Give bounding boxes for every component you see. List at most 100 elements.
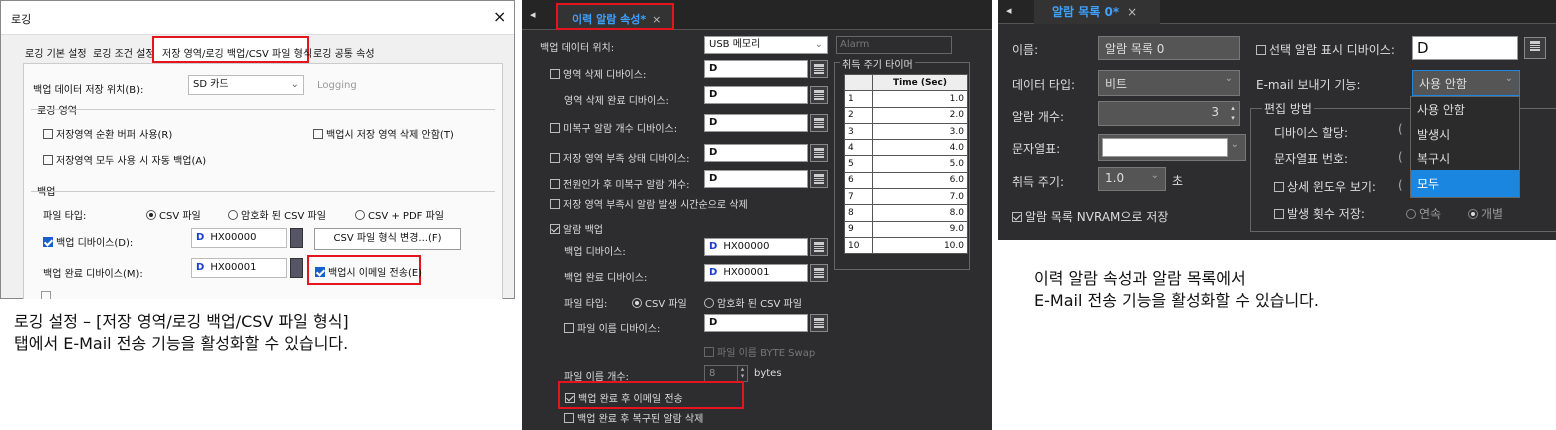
tab-history-alarm[interactable]: 이력 알람 속성* ×	[556, 3, 674, 30]
table-row[interactable]: 7 7.0	[844, 188, 968, 206]
calculator-icon[interactable]	[290, 228, 303, 248]
auto-backup-checkbox[interactable]: 저장영역 모두 사용 시 자동 백업(A)	[43, 152, 206, 167]
table-row[interactable]: 5 5.0	[844, 155, 968, 173]
nvram-checkbox[interactable]: 알람 목록 NVRAM으로 저장	[1012, 208, 1168, 225]
calculator-icon[interactable]	[810, 86, 828, 104]
row-value[interactable]: 6.0	[872, 171, 968, 190]
table-row[interactable]: 6 6.0	[844, 171, 968, 190]
backup-done-field[interactable]: D HX00001	[704, 264, 808, 282]
unrecovered-checkbox[interactable]: 미복구 알람 개수 디바이스:	[550, 120, 677, 135]
email-on-backup-checkbox[interactable]: 백업시 이메일 전송(E)	[307, 255, 422, 285]
name-field[interactable]: 알람 목록 0	[1098, 36, 1240, 60]
close-icon[interactable]: ×	[1127, 5, 1137, 19]
calculator-icon[interactable]	[810, 238, 828, 256]
string-table-input[interactable]	[1102, 138, 1228, 157]
spinner-icon[interactable]: ▴ ▾	[737, 366, 747, 381]
backup-loc-select[interactable]: USB 메모리 ⌄	[704, 36, 828, 54]
radio-encrypted[interactable]: 암호화 된 CSV 파일	[228, 207, 326, 222]
backup-device-field[interactable]: D HX00000	[191, 228, 287, 248]
nav-left-icon[interactable]: ◂	[530, 8, 536, 21]
occur-count-checkbox[interactable]: 발생 횟수 저장:	[1274, 205, 1365, 222]
tab-condition[interactable]: 로깅 조건 설정	[93, 45, 155, 60]
row-value[interactable]: 7.0	[872, 188, 968, 206]
ring-buffer-checkbox[interactable]: 저장영역 순환 버퍼 사용(R)	[43, 126, 172, 141]
email-after-backup-checkbox[interactable]: 백업 완료 후 이메일 전송	[558, 381, 744, 409]
select-display-checkbox[interactable]: 선택 알람 표시 디바이스:	[1256, 41, 1395, 58]
backup-device-field[interactable]: D HX00000	[704, 238, 808, 256]
close-button[interactable]: ×	[493, 7, 506, 26]
backup-location-select[interactable]: SD 카드 ⌄	[188, 75, 304, 95]
power-unrecovered-field[interactable]: D	[704, 170, 808, 188]
no-delete-checkbox[interactable]: 백업시 저장 영역 삭제 안함(T)	[313, 126, 454, 141]
calculator-icon[interactable]	[810, 170, 828, 188]
dropdown-option[interactable]: 복구시	[1411, 146, 1519, 170]
radio-csv[interactable]: CSV 파일	[632, 295, 687, 310]
acq-cycle-select[interactable]: 1.0 ⌄	[1098, 167, 1166, 191]
dropdown-option-selected[interactable]: 모두	[1411, 170, 1519, 197]
detail-window-checkbox[interactable]: 상세 윈도우 보기:	[1274, 178, 1376, 195]
email-select[interactable]: 사용 안함 ⌄	[1412, 70, 1520, 96]
byte-swap-checkbox[interactable]: 파일 이름 BYTE Swap	[704, 344, 815, 359]
row-value[interactable]: 4.0	[872, 139, 968, 157]
data-type-select[interactable]: 비트 ⌄	[1098, 70, 1240, 96]
checkbox-icon	[1274, 182, 1284, 192]
tab-common[interactable]: 로깅 공통 속성	[313, 45, 375, 60]
delete-by-time-checkbox[interactable]: 저장 영역 부족시 알람 발생 시간순으로 삭제	[550, 196, 748, 211]
shortage-checkbox[interactable]: 저장 영역 부족 상태 디바이스:	[550, 150, 689, 165]
email-dropdown[interactable]: 사용 안함 발생시 복구시 모두	[1410, 96, 1520, 198]
calculator-icon[interactable]	[810, 314, 828, 332]
tab-storage-backup-csv[interactable]: 저장 영역/로깅 백업/CSV 파일 형식	[152, 36, 312, 63]
backup-device-checkbox[interactable]: 백업 디바이스(D):	[43, 234, 133, 249]
select-display-field[interactable]: D	[1412, 36, 1518, 60]
row-value[interactable]: 10.0	[872, 236, 968, 255]
string-table-select[interactable]: ⌄	[1098, 134, 1246, 161]
alarm-backup-checkbox[interactable]: 알람 백업	[550, 221, 603, 236]
area-delete-done-field[interactable]: D	[704, 86, 808, 104]
nav-left-icon[interactable]: ◂	[1006, 4, 1012, 17]
alarm-count-field[interactable]: 3	[1098, 101, 1240, 126]
csv-format-button[interactable]: CSV 파일 형식 변경...(F)	[314, 228, 461, 250]
delete-recovered-checkbox[interactable]: 백업 완료 후 복구된 알람 삭제	[564, 410, 703, 425]
table-row[interactable]: 9 9.0	[844, 220, 968, 238]
table-row[interactable]: 3 3.0	[844, 122, 968, 141]
calculator-icon[interactable]	[290, 258, 303, 278]
table-row[interactable]: 2 2.0	[844, 106, 968, 124]
row-value[interactable]: 1.0	[872, 90, 968, 108]
calculator-icon[interactable]	[1524, 37, 1546, 59]
radio-individual[interactable]: 개별	[1468, 205, 1503, 222]
table-row[interactable]: 1 1.0	[844, 90, 968, 108]
row-value[interactable]: 3.0	[872, 122, 968, 141]
file-name-device-field[interactable]: D	[704, 314, 808, 332]
unrecovered-field[interactable]: D	[704, 114, 808, 132]
table-row[interactable]: 10 10.0	[844, 236, 968, 255]
row-value[interactable]: 5.0	[872, 155, 968, 173]
timer-table[interactable]: Time (Sec) 1 1.0 2 2.0 3 3.0 4 4.0 5 5.0 6 6.0…	[844, 73, 968, 255]
calculator-icon[interactable]	[810, 114, 828, 132]
complete-device-field[interactable]: D HX00001	[191, 258, 287, 278]
dropdown-option[interactable]: 사용 안함	[1411, 97, 1519, 122]
table-row[interactable]: 8 8.0	[844, 204, 968, 222]
logging-text: Logging	[317, 80, 357, 91]
power-unrecovered-checkbox[interactable]: 전원인가 후 미복구 알람 개수:	[550, 176, 689, 191]
shortage-field[interactable]: D	[704, 144, 808, 162]
table-row[interactable]: 4 4.0	[844, 139, 968, 157]
tab-alarm-list[interactable]: 알람 목록 0* ×	[1034, 0, 1160, 24]
row-value[interactable]: 8.0	[872, 204, 968, 222]
file-name-device-checkbox[interactable]: 파일 이름 디바이스:	[564, 320, 660, 335]
radio-encrypted[interactable]: 암호화 된 CSV 파일	[704, 295, 802, 310]
radio-csv[interactable]: CSV 파일	[146, 207, 201, 222]
radio-continuous[interactable]: 연속	[1406, 205, 1441, 222]
area-delete-field[interactable]: D	[704, 60, 808, 78]
row-value[interactable]: 9.0	[872, 220, 968, 238]
tab-basic[interactable]: 로깅 기본 설정	[25, 45, 87, 60]
calculator-icon[interactable]	[810, 144, 828, 162]
area-delete-checkbox[interactable]: 영역 삭제 디바이스:	[550, 66, 646, 81]
radio-pdf[interactable]: CSV + PDF 파일	[355, 207, 444, 222]
row-value[interactable]: 2.0	[872, 106, 968, 124]
dialog-title: 로깅	[11, 13, 32, 26]
spinner-icon[interactable]: ▴ ▾	[1228, 103, 1238, 124]
dropdown-option[interactable]: 발생시	[1411, 122, 1519, 146]
calculator-icon[interactable]	[810, 60, 828, 78]
calculator-icon[interactable]	[810, 264, 828, 282]
close-icon[interactable]: ×	[652, 13, 661, 26]
